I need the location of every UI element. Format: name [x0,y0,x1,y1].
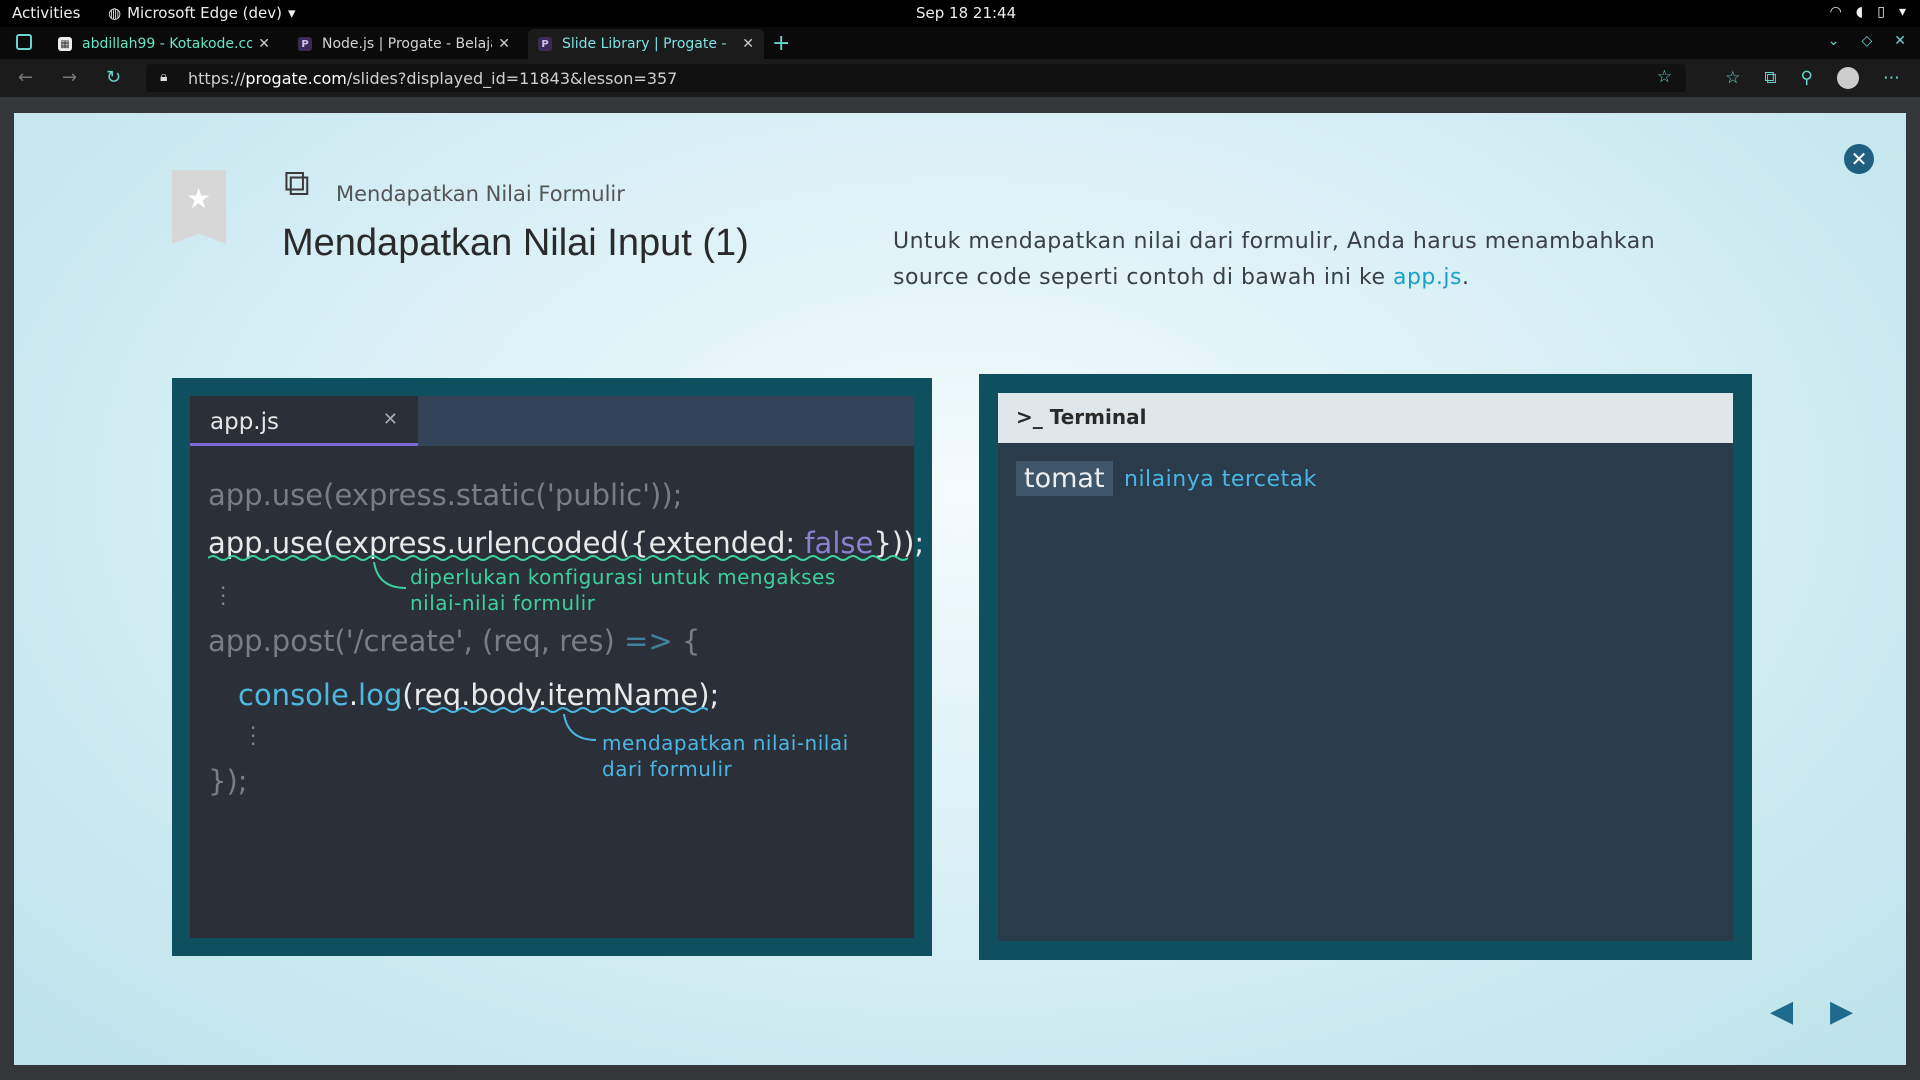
battery-icon: ▯ [1877,4,1885,20]
app-name: Microsoft Edge (dev) [127,4,282,22]
code-token: app.post('/create', (req, res) [208,624,625,658]
close-tab-icon[interactable]: ✕ [498,36,510,52]
bookmark-star-icon[interactable]: ★ [172,170,226,244]
terminal-panel: >_ Terminal tomat nilainya tercetak [998,393,1733,941]
kotakode-favicon-icon: ▦ [58,37,72,51]
appjs-link[interactable]: app.js [1393,265,1462,290]
slide-description: Untuk mendapatkan nilai dari formulir, A… [893,224,1693,296]
code-token: . [348,678,359,712]
close-tab-icon[interactable]: ✕ [742,36,754,52]
close-window-icon[interactable]: ✕ [1894,33,1906,49]
external-link-icon[interactable]: ⧉ [284,163,310,205]
annotation-line: mendapatkan nilai-nilai [602,731,849,755]
clock[interactable]: Sep 18 21:44 [916,4,1016,22]
profile-avatar[interactable] [1837,67,1859,89]
previous-slide-arrow-icon[interactable]: ◀ [1770,994,1793,1029]
edge-icon: ◍ [108,4,122,22]
annotation-req-body: mendapatkan nilai-nilai dari formulir [602,730,849,782]
tab-actions-icon[interactable] [16,34,32,50]
annotation-urlencoded: diperlukan konfigurasi untuk mengakses n… [410,564,836,616]
tab-slide-library[interactable]: P Slide Library | Progate - Belajar ✕ [528,29,764,59]
code-arrow: => [624,624,673,658]
url-path: /slides?displayed_id=11843&lesson=357 [346,69,678,88]
new-tab-plus-icon[interactable]: + [772,31,790,56]
toolbar-icons: ☆ ⧉ ⚲ ⋯ [1725,67,1900,89]
slide-title: Mendapatkan Nilai Input (1) [282,222,749,264]
favorites-icon[interactable]: ☆ [1725,68,1740,88]
annotation-line: nilai-nilai formulir [410,591,596,615]
terminal-output: nilainya tercetak [1124,467,1317,492]
refresh-icon[interactable]: ↻ [106,67,121,88]
diamond-icon[interactable]: ◇ [1861,33,1872,49]
caret-down-icon: ▾ [287,4,296,22]
code-object: console [238,678,349,712]
close-tab-icon[interactable]: ✕ [258,36,270,52]
code-line-3: app.post('/create', (req, res) => { [208,624,700,658]
extensions-icon[interactable]: ⚲ [1801,68,1813,88]
collections-icon[interactable]: ⧉ [1764,68,1776,88]
next-slide-arrow-icon[interactable]: ▶ [1830,994,1853,1029]
ellipsis-dots: · · · [250,716,257,756]
volume-icon: ◖ [1855,4,1864,20]
tab-bar: ▦ abdillah99 - Kotakode.com ✕ P Node.js … [0,27,1920,59]
ellipsis-dots: · · · [220,576,227,616]
tab-title: Node.js | Progate - Belajar [322,36,492,52]
tab-nodejs[interactable]: P Node.js | Progate - Belajar ✕ [288,29,520,59]
url-host: progate.com [245,69,347,88]
window-controls: ⌄ ◇ ✕ [1828,33,1906,49]
system-top-bar: Activities ◍ Microsoft Edge (dev) ▾ Sep … [0,0,1920,27]
tab-kotakode[interactable]: ▦ abdillah99 - Kotakode.com ✕ [48,29,280,59]
file-tab-label: app.js [210,409,279,435]
note-pointer-blue [563,714,597,741]
code-token: { [672,624,701,658]
address-bar-row: ← → ↻ 🔒︎ https://progate.com/slides?disp… [0,59,1920,97]
more-options-icon[interactable]: ⋯ [1883,68,1900,88]
annotation-line: dari formulir [602,757,733,781]
add-favorite-star-icon[interactable]: ☆ [1657,67,1672,87]
activities-button[interactable]: Activities [12,4,80,22]
wifi-icon: ◠ [1829,4,1842,20]
url-scheme: https:// [188,69,246,88]
blue-underline-wave [418,707,708,713]
note-pointer-green [373,562,407,589]
close-slide-icon[interactable]: ✕ [1844,144,1874,174]
code-line-1: app.use(express.static('public')); [208,478,683,512]
chapter-title: Mendapatkan Nilai Formulir [336,182,625,206]
terminal-input-value: tomat [1016,461,1113,496]
description-end: . [1461,265,1470,290]
caret-down-icon: ▾ [1898,4,1906,20]
system-tray[interactable]: ◠ ◖ ▯ ▾ [1830,4,1906,20]
tab-search-chevron-icon[interactable]: ⌄ [1828,33,1840,49]
code-editor: app.js ✕ app.use(express.static('public'… [190,396,924,938]
terminal-header: >_ Terminal [998,393,1733,443]
lock-icon: 🔒︎ [160,69,168,85]
tab-title: Slide Library | Progate - Belajar [562,36,732,52]
progate-favicon-icon: P [538,37,552,51]
description-text: Untuk mendapatkan nilai dari formulir, A… [893,229,1656,290]
back-arrow-icon[interactable]: ← [18,67,33,88]
progate-favicon-icon: P [298,37,312,51]
url-field[interactable]: 🔒︎ https://progate.com/slides?displayed_… [146,64,1686,92]
file-tab[interactable]: app.js ✕ [190,396,418,446]
code-line-5: }); [208,764,248,798]
green-underline-wave [208,555,908,561]
forward-arrow-icon[interactable]: → [62,67,77,88]
code-function: log [358,678,403,712]
close-file-icon[interactable]: ✕ [383,409,398,430]
tab-title: abdillah99 - Kotakode.com [82,36,252,52]
annotation-line: diperlukan konfigurasi untuk mengakses [410,565,836,589]
app-menu[interactable]: ◍ Microsoft Edge (dev) ▾ [108,4,296,22]
